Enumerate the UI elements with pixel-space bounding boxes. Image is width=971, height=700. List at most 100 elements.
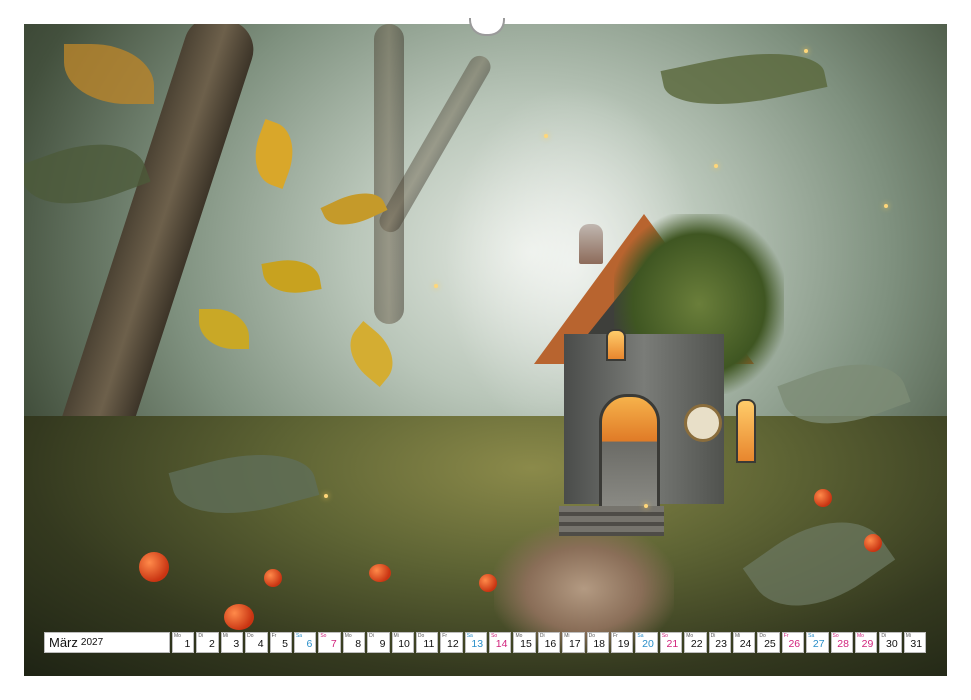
day-number: 12 (447, 638, 459, 650)
day-number: 6 (306, 638, 313, 650)
day-cell: Mo 1 (172, 632, 195, 653)
day-cell: So 7 (318, 632, 341, 653)
day-number: 10 (398, 638, 410, 650)
day-number: 30 (886, 638, 898, 650)
red-berry (139, 552, 169, 582)
day-number: 2 (208, 638, 215, 650)
day-cell: Mi 24 (732, 632, 756, 653)
day-cell: So 14 (489, 632, 512, 653)
day-number: 9 (379, 638, 386, 650)
day-number: 20 (642, 638, 654, 650)
day-number: 16 (544, 638, 557, 650)
weekday-abbrev: Di (198, 633, 204, 639)
day-cell: Mo 8 (342, 632, 366, 653)
red-berry (224, 604, 254, 630)
tree-trunk-background (374, 24, 404, 324)
orange-leaf (64, 44, 154, 104)
red-berry (264, 569, 282, 587)
day-cell: Mo 15 (513, 632, 536, 653)
light-speck (644, 504, 648, 508)
day-number: 1 (184, 638, 191, 650)
day-number: 15 (520, 638, 532, 650)
day-number: 23 (715, 638, 727, 650)
day-number: 8 (355, 638, 362, 650)
day-number: 27 (812, 638, 825, 650)
fairy-cottage (504, 194, 784, 536)
forest-cottage-photo (24, 24, 947, 676)
day-number: 7 (330, 638, 337, 650)
day-cell: Mi 3 (220, 632, 244, 653)
yellow-leaf (199, 309, 249, 349)
day-cell: Fr 19 (611, 632, 634, 653)
day-number: 31 (910, 638, 923, 650)
day-number: 18 (593, 638, 606, 650)
day-cell: Sa 13 (464, 632, 488, 653)
day-cell: Do 11 (415, 632, 439, 653)
month-name: März (49, 635, 78, 650)
day-number: 22 (690, 638, 703, 650)
day-cell: Di 16 (537, 632, 561, 653)
weekday-abbrev: Sa (295, 633, 303, 639)
yellow-leaf (337, 321, 406, 387)
wall-clock-icon (684, 404, 722, 442)
day-number: 19 (617, 638, 630, 650)
day-cell: Fr 12 (440, 632, 463, 653)
day-cell: Do 4 (245, 632, 268, 653)
day-cell: Mo 29 (854, 632, 878, 653)
day-cell: Sa 27 (806, 632, 829, 653)
light-speck (804, 49, 808, 53)
day-number: 24 (739, 638, 752, 650)
day-number: 3 (233, 638, 240, 650)
day-number: 13 (471, 638, 484, 650)
calendar-day-strip: März 2027 Mo 1 Di 2 Mi 3 Do 4 Fr 5 Sa 6 So 7 Mo 8 Di 9 Mi 1… (44, 632, 927, 655)
weekday-abbrev: Mo (344, 633, 352, 639)
light-speck (434, 284, 438, 288)
weekday-abbrev: Mo (174, 633, 181, 639)
day-number: 29 (861, 638, 874, 650)
day-cell: Do 18 (586, 632, 610, 653)
month-label: März 2027 (44, 632, 170, 653)
light-speck (324, 494, 328, 498)
yellow-leaf (261, 254, 322, 299)
day-cell: Fr 5 (269, 632, 292, 653)
day-cell: Di 30 (879, 632, 902, 653)
light-speck (884, 204, 888, 208)
day-number: 5 (282, 638, 288, 650)
red-berry (479, 574, 497, 592)
weekday-abbrev: Fr (271, 633, 277, 639)
light-speck (544, 134, 548, 138)
red-berry (864, 534, 882, 552)
day-cell: Sa 20 (635, 632, 658, 653)
day-cell: Mi 17 (562, 632, 585, 653)
cottage-chimney (579, 224, 603, 264)
stone-steps (559, 506, 664, 536)
day-number: 14 (495, 638, 508, 650)
lit-side-window (736, 399, 756, 463)
year: 2027 (80, 637, 104, 648)
lit-upper-window (606, 329, 626, 361)
day-number: 26 (788, 638, 801, 650)
day-cell: So 21 (659, 632, 683, 653)
day-cell: Do 25 (757, 632, 780, 653)
day-number: 11 (423, 638, 435, 650)
light-speck (714, 164, 718, 168)
day-cell: Di 9 (367, 632, 390, 653)
day-number: 4 (257, 638, 264, 650)
day-cell: Di 2 (196, 632, 219, 653)
day-cell: Mi 31 (903, 632, 927, 653)
weekday-abbrev: So (320, 633, 327, 639)
day-cell: Di 23 (708, 632, 731, 653)
red-berry (369, 564, 391, 582)
weekday-abbrev: Do (247, 633, 254, 639)
day-cell: So 28 (830, 632, 853, 653)
day-number: 25 (764, 638, 776, 650)
day-number: 21 (666, 638, 679, 650)
red-berry (814, 489, 832, 507)
cottage-door (599, 394, 660, 510)
day-number: 17 (568, 638, 581, 650)
weekday-abbrev: Mi (222, 633, 229, 639)
day-cell: Sa 6 (293, 632, 317, 653)
day-cell: Fr 26 (781, 632, 805, 653)
day-cell: Mi 10 (391, 632, 414, 653)
yellow-leaf (244, 118, 304, 190)
